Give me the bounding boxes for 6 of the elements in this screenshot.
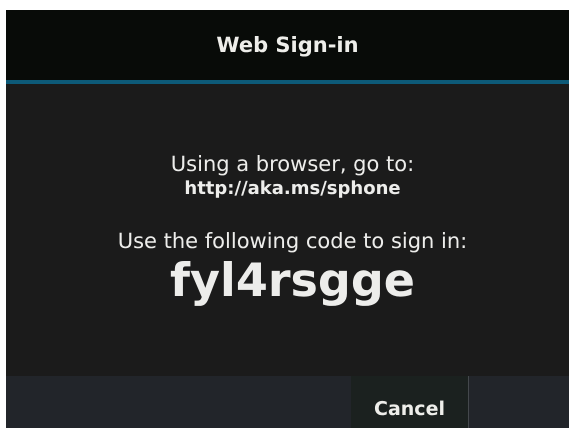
cancel-button[interactable]: Cancel xyxy=(351,376,469,428)
sign-in-code: fyl4rsgge xyxy=(170,253,415,307)
instruction-text: Using a browser, go to: xyxy=(170,152,414,176)
window-title: Web Sign-in xyxy=(216,33,359,57)
instruction-text: Use the following code to sign in: xyxy=(118,229,468,253)
sign-in-url: http://aka.ms/sphone xyxy=(184,178,401,199)
